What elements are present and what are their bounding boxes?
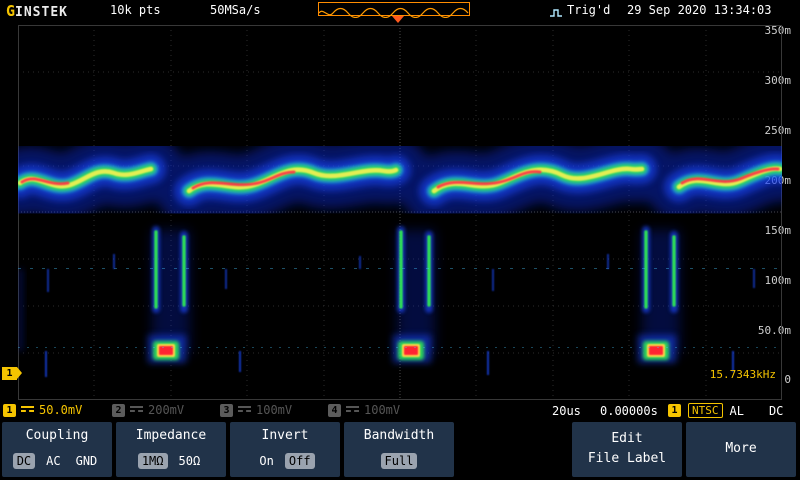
datetime: 29 Sep 2020 13:34:03 [627, 3, 772, 17]
sample-rate: 50MSa/s [210, 3, 261, 17]
channel4-status[interactable]: 4 100mV [328, 403, 400, 417]
option-full: Full [381, 453, 418, 469]
logo-instek: INSTEK [15, 5, 68, 20]
trigger-type-badge: NTSC [688, 403, 723, 418]
option-off: Off [285, 453, 315, 469]
option-dc: DC [13, 453, 35, 469]
oscilloscope-screen: GINSTEK 10k pts 50MSa/s Trig'd 29 Sep 20… [0, 0, 800, 480]
option-1mohm: 1MΩ [138, 453, 168, 469]
option-on: On [255, 453, 277, 469]
softkey-title: Coupling [26, 429, 89, 443]
channel-scale: 100mV [256, 403, 292, 417]
softkey-coupling[interactable]: Coupling DC AC GND [2, 422, 112, 477]
trigger-waveform-icon [549, 4, 563, 16]
channel-number-badge: 2 [112, 404, 125, 417]
logo-gw: G [6, 2, 15, 20]
channel-number-badge: 4 [328, 404, 341, 417]
softkey-title: Edit [611, 432, 642, 446]
softkey-title: More [725, 442, 756, 456]
trigger-line-mode: AL [730, 404, 744, 418]
option-50ohm: 50Ω [175, 453, 205, 469]
channel3-status[interactable]: 3 100mV [220, 403, 292, 417]
horizontal-position: 0.00000s [600, 404, 658, 418]
channel1-position-marker[interactable]: 1 [2, 367, 17, 380]
softkey-title: Impedance [136, 429, 206, 443]
softkey-subtitle: File Label [588, 452, 666, 466]
acquisition-points: 10k pts [110, 3, 161, 17]
dc-coupling-icon [346, 406, 359, 415]
softkey-more[interactable]: More [686, 422, 796, 477]
trigger-settings-group: 1 NTSC AL DC [668, 403, 783, 418]
option-gnd: GND [72, 453, 102, 469]
softkey-bandwidth[interactable]: Bandwidth Full [344, 422, 454, 477]
trigger-frequency-counter: 15.7343kHz [710, 368, 776, 381]
graticule [18, 25, 782, 400]
trigger-status: Trig'd [567, 3, 610, 17]
channel-scale: 100mV [364, 403, 400, 417]
channel1-status[interactable]: 1 50.0mV [3, 403, 82, 417]
trigger-source-badge: 1 [668, 404, 681, 417]
waveform-display [18, 25, 782, 400]
memory-position-bar[interactable] [318, 2, 470, 16]
option-ac: AC [42, 453, 64, 469]
channel-scale: 200mV [148, 403, 184, 417]
trigger-coupling: DC [769, 404, 783, 418]
brand-logo: GINSTEK [6, 1, 68, 20]
top-status-bar: GINSTEK 10k pts 50MSa/s Trig'd 29 Sep 20… [0, 0, 800, 22]
channel-number-badge: 3 [220, 404, 233, 417]
dc-coupling-icon [130, 406, 143, 415]
dc-coupling-icon [238, 406, 251, 415]
expansion-point-marker-icon [392, 16, 404, 23]
softkey-menu: Coupling DC AC GND Impedance 1MΩ 50Ω Inv… [0, 421, 800, 480]
bottom-status-bar: 1 50.0mV 2 200mV 3 100mV 4 100mV 20us 0.… [0, 401, 800, 420]
softkey-invert[interactable]: Invert On Off [230, 422, 340, 477]
channel2-status[interactable]: 2 200mV [112, 403, 184, 417]
channel-scale: 50.0mV [39, 403, 82, 417]
softkey-title: Bandwidth [364, 429, 434, 443]
dc-coupling-icon [21, 406, 34, 415]
channel-number-badge: 1 [3, 404, 16, 417]
timebase: 20us [552, 404, 581, 418]
softkey-edit-file-label[interactable]: Edit File Label [572, 422, 682, 477]
softkey-impedance[interactable]: Impedance 1MΩ 50Ω [116, 422, 226, 477]
softkey-title: Invert [262, 429, 309, 443]
